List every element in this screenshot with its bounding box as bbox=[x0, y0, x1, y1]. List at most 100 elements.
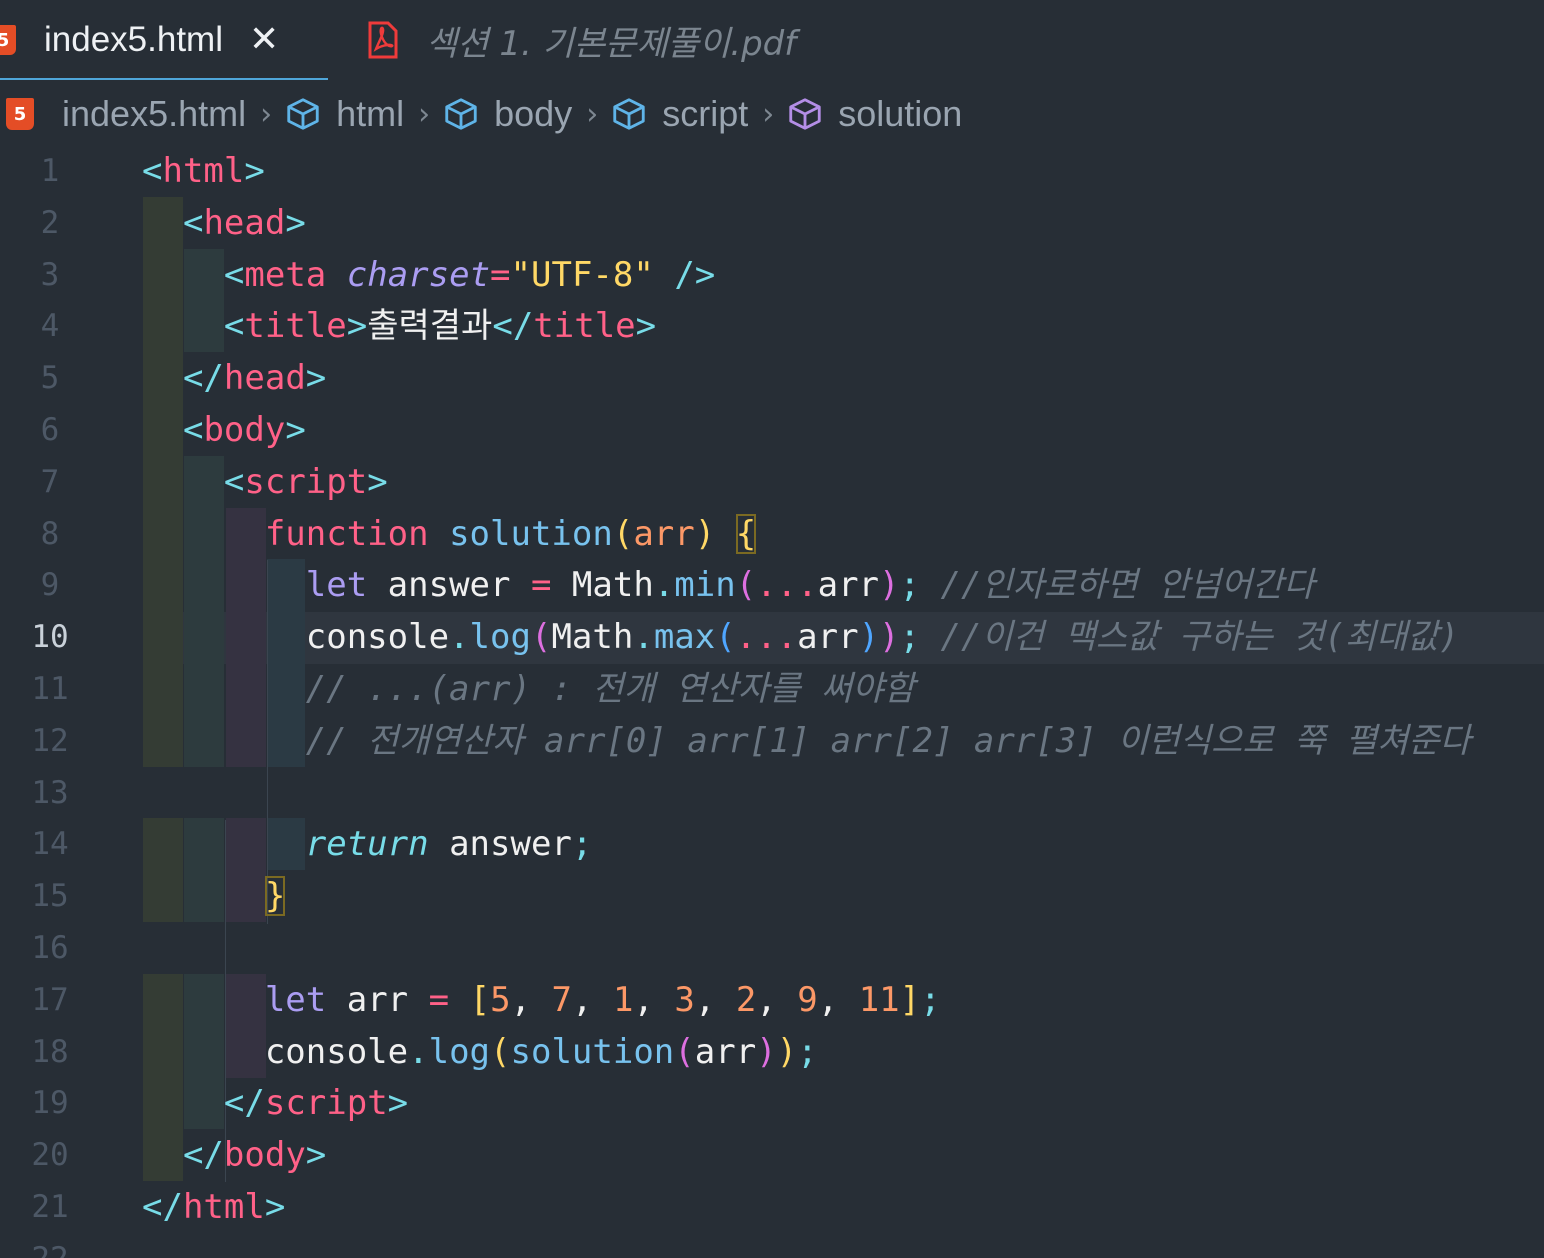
code-line[interactable]: let answer = Math.min(...arr); //인자로하면 안… bbox=[142, 559, 1315, 611]
code-token: charset bbox=[346, 254, 491, 295]
code-token: . bbox=[653, 565, 675, 606]
code-token: > bbox=[285, 410, 306, 450]
breadcrumb-body[interactable]: body bbox=[442, 93, 572, 135]
close-icon[interactable]: ✕ bbox=[249, 22, 279, 58]
code-token: answer bbox=[367, 565, 531, 606]
tab-label: index5.html bbox=[44, 20, 223, 59]
code-token: html bbox=[182, 1187, 265, 1227]
code-token: //이건 맥스값 구하는 것(최대값) bbox=[940, 617, 1460, 658]
line-number: 14 bbox=[31, 826, 69, 863]
line-number: 4 bbox=[40, 308, 60, 345]
code-line[interactable]: </head> bbox=[142, 352, 326, 404]
code-line[interactable]: function solution(arr) { bbox=[142, 508, 757, 560]
code-token: ) bbox=[879, 565, 900, 606]
code-line[interactable]: return answer; bbox=[142, 818, 593, 870]
code-line[interactable]: <title>출력결과</title> bbox=[142, 300, 656, 352]
code-token: , bbox=[510, 979, 552, 1020]
code-token: 2 bbox=[735, 979, 757, 1020]
code-token: > bbox=[346, 306, 368, 347]
tab-label: 섹션 1. 기본문제풀이.pdf bbox=[426, 23, 797, 64]
code-line[interactable]: <meta charset="UTF-8" /> bbox=[142, 249, 715, 301]
line-number: 7 bbox=[40, 463, 60, 500]
code-token: > bbox=[285, 202, 306, 243]
code-line[interactable]: <body> bbox=[142, 404, 306, 456]
code-token: arr bbox=[694, 1031, 757, 1072]
chevron-right-icon: › bbox=[418, 96, 431, 132]
code-token: < bbox=[142, 151, 163, 191]
line-number: 18 bbox=[31, 1033, 69, 1070]
code-line[interactable]: <head> bbox=[142, 197, 306, 249]
code-token: console bbox=[142, 617, 450, 658]
code-line[interactable]: </body> bbox=[142, 1129, 326, 1181]
code-token: arr bbox=[817, 565, 880, 606]
code-token: ; bbox=[920, 979, 941, 1020]
line-number: 10 bbox=[31, 619, 69, 656]
code-token: </ bbox=[492, 306, 534, 347]
code-token: > bbox=[244, 151, 265, 191]
code-token: console bbox=[142, 1031, 409, 1072]
code-line[interactable]: console.log(solution(arr)); bbox=[142, 1026, 818, 1078]
code-token: ( bbox=[490, 1031, 511, 1072]
code-token: = bbox=[530, 565, 552, 606]
code-token: ; bbox=[797, 1031, 818, 1072]
code-line[interactable]: console.log(Math.max(...arr)); //이건 맥스값 … bbox=[142, 611, 1459, 663]
code-token: ) bbox=[879, 617, 900, 658]
breadcrumb-html[interactable]: html bbox=[284, 93, 404, 135]
breadcrumb-file[interactable]: 5 index5.html bbox=[0, 93, 246, 135]
code-token: /> bbox=[674, 254, 716, 295]
code-line[interactable]: </html> bbox=[142, 1181, 285, 1233]
code-line[interactable]: <script> bbox=[142, 456, 388, 508]
code-token: title bbox=[244, 306, 347, 347]
code-token: ] bbox=[899, 979, 921, 1020]
tab-index5-html[interactable]: 5 index5.html ✕ bbox=[0, 0, 328, 80]
breadcrumb-solution[interactable]: solution bbox=[786, 93, 962, 135]
code-token: 7 bbox=[551, 979, 572, 1020]
code-token: </ bbox=[142, 1187, 183, 1227]
code-token: ; bbox=[899, 565, 920, 606]
code-token: ( bbox=[715, 617, 736, 658]
code-line[interactable]: let arr = [5, 7, 1, 3, 2, 9, 11]; bbox=[142, 974, 941, 1026]
code-editor[interactable]: 12345678910111213141516171819202122 <htm… bbox=[0, 145, 1544, 1258]
code-token: Math bbox=[551, 565, 654, 606]
code-line[interactable]: } bbox=[142, 870, 286, 922]
code-token: return bbox=[305, 824, 429, 865]
code-line[interactable]: <html> bbox=[142, 145, 265, 197]
code-token: meta bbox=[244, 254, 327, 295]
tab-bar: 5 index5.html ✕ 섹션 1. 기본문제풀이.pdf bbox=[0, 0, 1544, 80]
code-token: 9 bbox=[797, 979, 818, 1020]
code-token: > bbox=[635, 306, 657, 347]
line-number: 22 bbox=[0, 1233, 100, 1258]
code-token: //인자로하면 안넘어간다 bbox=[940, 565, 1315, 606]
line-number: 1 bbox=[40, 153, 60, 189]
code-token: function bbox=[264, 513, 429, 554]
code-token: ( bbox=[735, 565, 757, 606]
code-token: > bbox=[387, 1083, 409, 1124]
code-line[interactable]: // 전개연산자 arr[0] arr[1] arr[2] arr[3] 이런식… bbox=[142, 715, 1471, 767]
code-line[interactable]: </script> bbox=[142, 1077, 408, 1129]
code-token: < bbox=[182, 410, 204, 450]
code-token: { bbox=[735, 513, 757, 554]
code-token: solution bbox=[449, 513, 613, 554]
breadcrumb-script[interactable]: script bbox=[610, 93, 748, 135]
breadcrumb-label: body bbox=[494, 93, 573, 134]
tab-pdf[interactable]: 섹션 1. 기본문제풀이.pdf bbox=[360, 0, 796, 80]
code-token: body bbox=[203, 410, 286, 450]
code-token: answer bbox=[428, 824, 572, 865]
code-token: > bbox=[367, 461, 388, 502]
code-token: , bbox=[756, 979, 798, 1020]
code-token: = bbox=[428, 979, 450, 1020]
editor-window: 5 index5.html ✕ 섹션 1. 기본문제풀이.pdf 5 index… bbox=[0, 0, 1544, 1258]
code-token: Math bbox=[551, 617, 634, 658]
code-line[interactable]: // ...(arr) : 전개 연산자를 써야함 bbox=[142, 663, 915, 715]
code-token: let bbox=[264, 979, 327, 1020]
code-token: script bbox=[264, 1083, 388, 1124]
